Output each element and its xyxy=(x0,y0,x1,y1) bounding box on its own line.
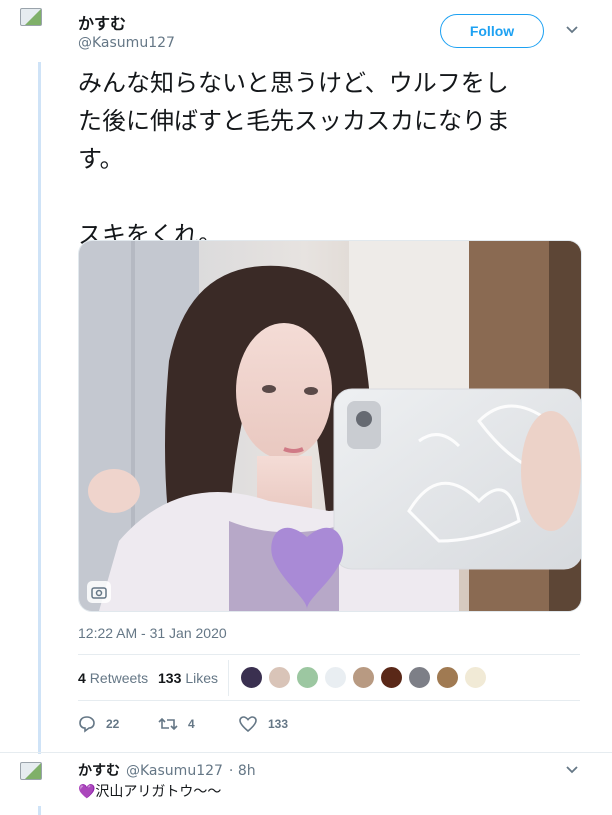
follow-button[interactable]: Follow xyxy=(440,14,544,48)
retweets-label: Retweets xyxy=(89,670,149,686)
camera-badge-icon xyxy=(87,581,111,603)
liker-avatar[interactable] xyxy=(436,666,459,689)
thread-connector-line xyxy=(38,62,41,754)
broken-image-icon xyxy=(20,762,42,780)
reply-author-name[interactable]: かすむ xyxy=(78,760,120,780)
reply-author-avatar[interactable] xyxy=(20,762,68,810)
like-count: 133 xyxy=(268,717,289,731)
retweet-count: 4 xyxy=(188,717,195,731)
likes-label: Likes xyxy=(185,670,219,686)
divider xyxy=(78,654,580,655)
reply-author-handle[interactable]: @Kasumu127 xyxy=(126,763,223,779)
reply-header: かすむ @Kasumu127 · 8h xyxy=(78,760,256,780)
stats-separator xyxy=(228,660,229,696)
liker-avatar[interactable] xyxy=(464,666,487,689)
tweet-text-line: す。 xyxy=(78,145,124,173)
likes-count: 133 xyxy=(158,670,182,686)
reply-count: 22 xyxy=(106,717,120,731)
retweets-count: 4 xyxy=(78,670,86,686)
likes-stat[interactable]: 133 Likes xyxy=(158,670,218,686)
liker-avatar[interactable] xyxy=(324,666,347,689)
liker-avatar[interactable] xyxy=(408,666,431,689)
reply-text: 💜沢山アリガトウ〜〜 xyxy=(78,784,222,800)
retweet-icon xyxy=(158,717,178,731)
divider xyxy=(78,700,580,701)
like-action[interactable]: 133 xyxy=(238,715,288,733)
liker-avatar[interactable] xyxy=(296,666,319,689)
tweet-text: みんな知らないと思うけど、ウルフをし た後に伸ばすと毛先スッカスカになりま す。… xyxy=(78,64,598,254)
liker-avatars xyxy=(240,666,487,689)
like-icon xyxy=(239,716,257,733)
reply-icon xyxy=(79,716,95,733)
broken-image-icon xyxy=(20,8,42,26)
reply-time[interactable]: · 8h xyxy=(229,763,256,779)
liker-avatar[interactable] xyxy=(240,666,263,689)
liker-avatar[interactable] xyxy=(268,666,291,689)
tweet-photo[interactable] xyxy=(78,240,582,612)
photo-image xyxy=(79,241,581,611)
reply-action[interactable]: 22 xyxy=(78,715,119,733)
retweet-action[interactable]: 4 xyxy=(158,715,195,733)
author-handle[interactable]: @Kasumu127 xyxy=(78,35,175,51)
tweet-timestamp[interactable]: 12:22 AM - 31 Jan 2020 xyxy=(78,625,227,641)
author-avatar[interactable] xyxy=(20,8,68,56)
chevron-down-icon[interactable] xyxy=(565,762,579,780)
chevron-down-icon[interactable] xyxy=(565,22,579,40)
tweet-text-line: みんな知らないと思うけど、ウルフをし xyxy=(78,69,509,97)
tweet-text-line: た後に伸ばすと毛先スッカスカになりま xyxy=(78,107,510,135)
liker-avatar[interactable] xyxy=(380,666,403,689)
thread-connector-line xyxy=(38,806,41,815)
liker-avatar[interactable] xyxy=(352,666,375,689)
retweets-stat[interactable]: 4 Retweets xyxy=(78,670,148,686)
divider xyxy=(0,752,612,753)
author-name[interactable]: かすむ xyxy=(78,10,126,34)
